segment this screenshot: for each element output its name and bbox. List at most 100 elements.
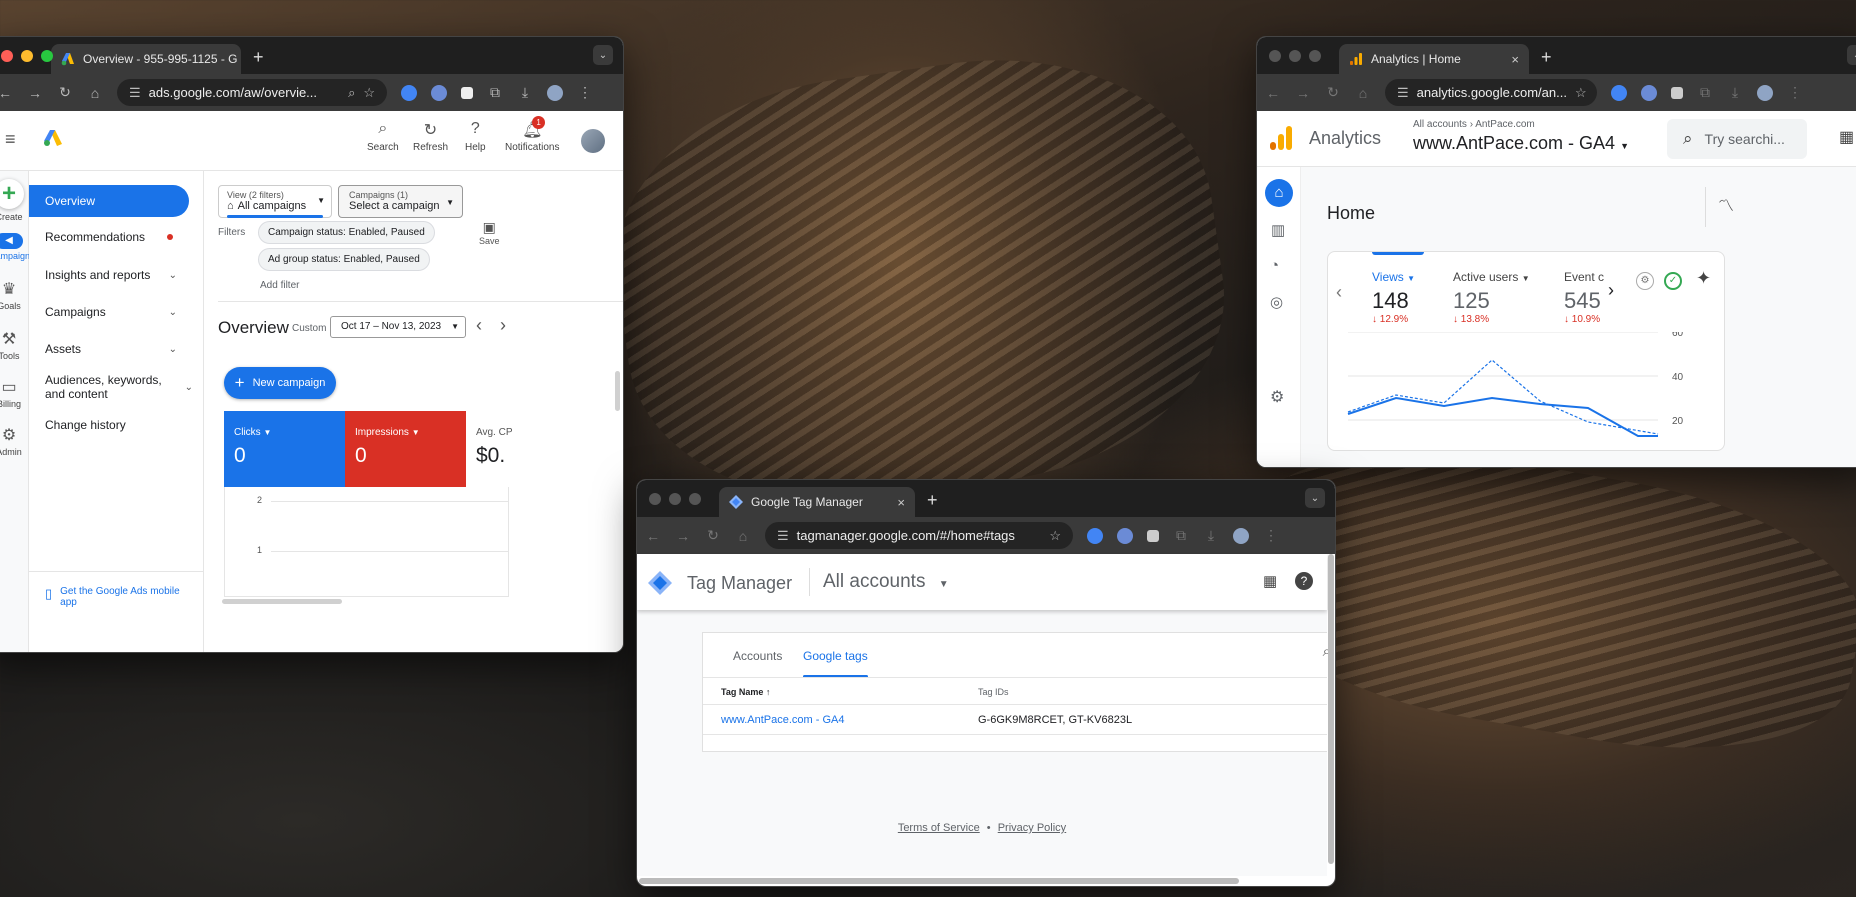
home-icon[interactable]: ⌂ (87, 85, 103, 101)
filter-chip-ad-group-status[interactable]: Ad group status: Enabled, Paused (258, 248, 430, 271)
campaign-filter-dropdown[interactable]: Campaigns (1) Select a campaign ▼ (338, 185, 463, 218)
metric-active-users[interactable]: Active users ▼ 125 ↓ 13.8% (1453, 270, 1530, 325)
maximize-window-button[interactable] (41, 50, 53, 62)
reload-icon[interactable]: ↻ (705, 527, 721, 544)
profile-avatar-icon[interactable] (1757, 84, 1773, 101)
new-tab-button[interactable]: + (253, 47, 264, 68)
close-window-button[interactable] (649, 493, 661, 505)
gtm-browser-tab[interactable]: Google Tag Manager × (719, 487, 915, 517)
extension-icon-2[interactable] (431, 84, 447, 101)
filter-chip-campaign-status[interactable]: Campaign status: Enabled, Paused (258, 221, 435, 244)
reload-icon[interactable]: ↻ (1325, 84, 1341, 101)
vertical-scrollbar[interactable] (1328, 554, 1334, 864)
ga-browser-tab[interactable]: Analytics | Home × (1339, 44, 1529, 74)
sidebar-item-campaigns[interactable]: Campaigns ⌄ (29, 298, 189, 326)
home-nav-icon[interactable]: ⌂ (1265, 179, 1293, 207)
bookmark-star-icon[interactable]: ☆ (363, 85, 375, 101)
extension-icon-2[interactable] (1641, 84, 1657, 101)
next-period-icon[interactable]: › (500, 315, 506, 336)
admin-gear-icon[interactable]: ⚙ (1270, 387, 1284, 407)
explore-nav-icon[interactable]: ◔ (1270, 257, 1279, 274)
breadcrumb[interactable]: All accounts › AntPace.com (1413, 119, 1535, 130)
extensions-puzzle-icon[interactable]: ⧉ (1697, 84, 1713, 101)
sidebar-item-overview[interactable]: Overview (29, 185, 189, 217)
sidebar-item-change-history[interactable]: Change history (29, 411, 189, 439)
vertical-scrollbar[interactable] (615, 371, 620, 411)
downloads-icon[interactable]: ⤓ (517, 84, 533, 101)
browser-menu-icon[interactable]: ⋮ (1263, 527, 1279, 544)
forward-arrow-icon[interactable]: → (675, 528, 691, 544)
tab-google-tags[interactable]: Google tags (803, 649, 868, 678)
forward-arrow-icon[interactable]: → (27, 85, 43, 101)
back-arrow-icon[interactable]: ← (645, 528, 661, 544)
close-tab-icon[interactable]: × (1511, 52, 1519, 67)
back-arrow-icon[interactable]: ← (0, 85, 13, 101)
tab-search-button[interactable]: ⌄ (593, 45, 613, 65)
apps-grid-icon[interactable]: ▦ (1839, 127, 1854, 147)
extensions-puzzle-icon[interactable]: ⧉ (487, 84, 503, 101)
metric-views[interactable]: Views ▼ 148 ↓ 12.9% (1372, 270, 1415, 325)
site-info-icon[interactable]: ☰ (1397, 85, 1409, 101)
reload-icon[interactable]: ↻ (57, 84, 73, 101)
billing-rail-item[interactable]: ▭ Billing (0, 377, 29, 409)
horizontal-scrollbar[interactable] (639, 878, 1239, 884)
minimize-window-button[interactable] (21, 50, 33, 62)
anomaly-icon[interactable]: ⚙ (1636, 272, 1654, 290)
browser-menu-icon[interactable]: ⋮ (577, 84, 593, 101)
search-input[interactable]: ⌕ Try searchi... (1667, 119, 1807, 159)
reports-nav-icon[interactable]: ▥ (1271, 221, 1285, 239)
metric-card-clicks[interactable]: Clicks ▼ 0 (224, 411, 345, 487)
metric-event-count[interactable]: Event c 545 ↓ 10.9% (1564, 270, 1608, 325)
extension-icon-1[interactable] (1611, 84, 1627, 101)
sidebar-item-insights[interactable]: Insights and reports ⌄ (29, 261, 189, 289)
sidebar-item-recommendations[interactable]: Recommendations (29, 223, 189, 251)
admin-rail-item[interactable]: ⚙ Admin (0, 425, 29, 457)
horizontal-scrollbar[interactable] (222, 599, 342, 604)
home-icon[interactable]: ⌂ (1355, 85, 1371, 101)
new-campaign-button[interactable]: + New campaign (224, 367, 336, 399)
extensions-puzzle-icon[interactable]: ⧉ (1173, 527, 1189, 544)
minimize-window-button[interactable] (669, 493, 681, 505)
tab-search-button[interactable]: ⌄ (1305, 488, 1325, 508)
extension-icon-1[interactable] (1087, 527, 1103, 544)
previous-metric-icon[interactable]: ‹ (1336, 282, 1342, 303)
tools-rail-item[interactable]: ⚒ Tools (0, 329, 29, 361)
close-tab-icon[interactable]: × (897, 495, 905, 510)
downloads-icon[interactable]: ⤓ (1727, 84, 1743, 101)
campaigns-rail-item[interactable]: ◀ Campaigns (0, 233, 35, 261)
view-filter-dropdown[interactable]: View (2 filters) ⌂ All campaigns ▼ (218, 185, 332, 218)
create-button[interactable]: + Create (0, 179, 29, 222)
maximize-window-button[interactable] (689, 493, 701, 505)
back-arrow-icon[interactable]: ← (1265, 85, 1281, 101)
account-avatar[interactable] (581, 129, 605, 153)
extension-icon-1[interactable] (401, 84, 417, 101)
help-icon[interactable]: ? (1295, 572, 1313, 590)
profile-avatar-icon[interactable] (547, 84, 563, 101)
property-selector[interactable]: www.AntPace.com - GA4 ▼ (1413, 133, 1629, 154)
column-header-tag-name[interactable]: Tag Name ↑ (721, 687, 770, 697)
terms-of-service-link[interactable]: Terms of Service (898, 822, 980, 834)
address-bar[interactable]: ☰ tagmanager.google.com/#/home#tags ☆ (765, 522, 1073, 549)
minimize-window-button[interactable] (1289, 50, 1301, 62)
site-info-icon[interactable]: ☰ (129, 85, 141, 101)
address-bar[interactable]: ☰ analytics.google.com/an... ☆ (1385, 79, 1597, 106)
tag-name-link[interactable]: www.AntPace.com - GA4 (721, 714, 845, 726)
notifications-button[interactable]: 🔔︎ 1 Notifications (505, 116, 559, 153)
table-row[interactable]: www.AntPace.com - GA4 G-6GK9M8RCET, GT-K… (703, 705, 1327, 735)
browser-menu-icon[interactable]: ⋮ (1787, 84, 1803, 101)
privacy-policy-link[interactable]: Privacy Policy (998, 822, 1066, 834)
search-page-icon[interactable]: ⌕ (348, 85, 355, 101)
sidebar-item-assets[interactable]: Assets ⌄ (29, 335, 189, 363)
ads-browser-tab[interactable]: Overview - 955-995-1125 - G × (51, 44, 241, 74)
forward-arrow-icon[interactable]: → (1295, 85, 1311, 101)
advertising-nav-icon[interactable]: ◎ (1270, 293, 1283, 311)
tab-accounts[interactable]: Accounts (733, 649, 782, 663)
goals-rail-item[interactable]: ♛ Goals (0, 279, 29, 311)
next-metric-icon[interactable]: › (1608, 280, 1614, 301)
sparkle-insights-icon[interactable]: ✦ (1696, 268, 1711, 289)
new-tab-button[interactable]: + (927, 490, 938, 511)
help-button[interactable]: ? Help (465, 120, 486, 153)
previous-period-icon[interactable]: ‹ (476, 315, 482, 336)
date-range-picker[interactable]: Oct 17 – Nov 13, 2023 ▼ (330, 316, 466, 338)
refresh-button[interactable]: ↻ Refresh (413, 120, 448, 153)
